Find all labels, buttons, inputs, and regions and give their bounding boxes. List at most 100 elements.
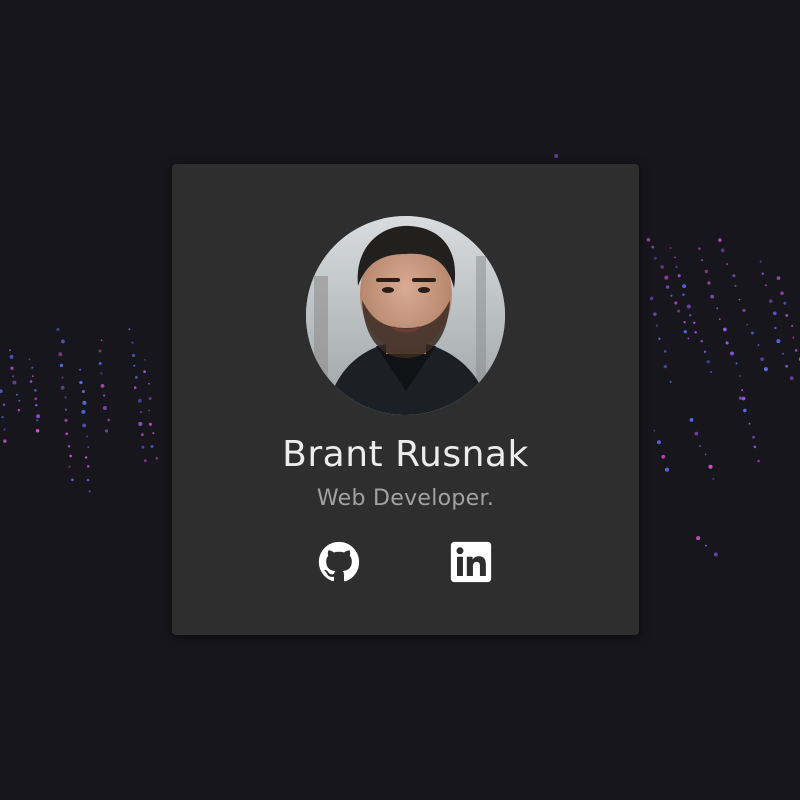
- particle: [725, 341, 729, 345]
- particle: [723, 327, 727, 332]
- particle: [753, 445, 757, 449]
- particle: [738, 298, 741, 301]
- profile-name: Brant Rusnak: [282, 434, 529, 475]
- particle: [683, 321, 686, 324]
- particle: [654, 256, 657, 260]
- profile-avatar: [306, 216, 505, 415]
- particle: [655, 324, 658, 327]
- particle: [86, 435, 88, 438]
- particle: [107, 418, 111, 422]
- particle: [772, 311, 777, 316]
- particle: [670, 294, 673, 297]
- particle: [148, 382, 150, 385]
- particle: [712, 477, 715, 480]
- particle: [35, 428, 40, 433]
- particle: [649, 296, 654, 301]
- particle: [692, 321, 696, 325]
- particle: [60, 385, 65, 390]
- particle: [653, 429, 656, 432]
- particle: [660, 265, 664, 269]
- particle: [137, 398, 142, 403]
- particle: [706, 360, 710, 364]
- particle: [82, 400, 87, 405]
- particle: [2, 403, 6, 406]
- linkedin-link[interactable]: [450, 541, 492, 583]
- particle: [133, 386, 137, 389]
- particle: [789, 376, 794, 380]
- particle: [734, 284, 737, 287]
- particle: [150, 445, 154, 448]
- particle: [148, 396, 152, 401]
- particle: [696, 536, 701, 541]
- particle: [100, 339, 103, 342]
- particle: [694, 431, 699, 436]
- particle: [664, 275, 669, 280]
- particle: [785, 313, 789, 317]
- particle: [726, 263, 728, 266]
- particle: [56, 327, 60, 331]
- particle: [794, 349, 798, 352]
- particle: [144, 359, 146, 361]
- github-link[interactable]: [318, 541, 360, 583]
- particle: [658, 337, 661, 341]
- particle: [104, 429, 109, 433]
- particle: [128, 328, 131, 331]
- particle: [141, 433, 144, 436]
- particle: [701, 259, 704, 262]
- particle: [3, 428, 6, 431]
- particle: [694, 331, 697, 334]
- particle: [67, 445, 71, 448]
- particle: [134, 375, 138, 379]
- particle: [64, 396, 67, 399]
- particle: [769, 299, 773, 303]
- particle: [752, 436, 755, 439]
- particle: [10, 366, 14, 370]
- particle: [71, 478, 74, 482]
- particle: [748, 422, 751, 425]
- particle: [666, 285, 670, 289]
- particle: [661, 454, 666, 459]
- particle: [103, 394, 106, 397]
- particle: [31, 375, 34, 378]
- particle: [60, 339, 65, 344]
- particle: [785, 364, 789, 368]
- particle: [61, 376, 64, 379]
- particle: [646, 238, 651, 242]
- particle: [554, 154, 559, 158]
- particle: [152, 431, 155, 435]
- particle: [64, 408, 68, 411]
- particle: [143, 370, 146, 374]
- particle: [58, 352, 63, 357]
- particle: [683, 330, 687, 334]
- particle: [656, 440, 662, 445]
- particle: [739, 375, 741, 377]
- particle: [9, 349, 11, 352]
- particle: [677, 274, 681, 278]
- particle: [686, 304, 691, 309]
- particle: [776, 276, 781, 280]
- particle: [704, 544, 707, 547]
- particle: [132, 353, 136, 358]
- particle: [689, 314, 692, 317]
- particle: [746, 323, 749, 326]
- particle: [86, 464, 90, 468]
- particle: [29, 380, 33, 383]
- particle: [155, 457, 159, 460]
- particle: [82, 423, 86, 428]
- particle: [148, 409, 151, 412]
- particle: [34, 389, 37, 392]
- particle: [131, 341, 134, 344]
- particle: [780, 291, 784, 295]
- particle: [148, 422, 152, 426]
- particle: [783, 301, 787, 305]
- particle: [704, 269, 708, 274]
- particle: [716, 307, 719, 310]
- particle: [663, 364, 667, 369]
- page-background: Brant Rusnak Web Developer.: [0, 0, 800, 800]
- particle: [743, 408, 747, 413]
- particle: [699, 445, 701, 447]
- particle: [741, 389, 744, 392]
- profile-role: Web Developer.: [316, 486, 495, 511]
- particle: [750, 331, 754, 335]
- particle: [742, 308, 746, 313]
